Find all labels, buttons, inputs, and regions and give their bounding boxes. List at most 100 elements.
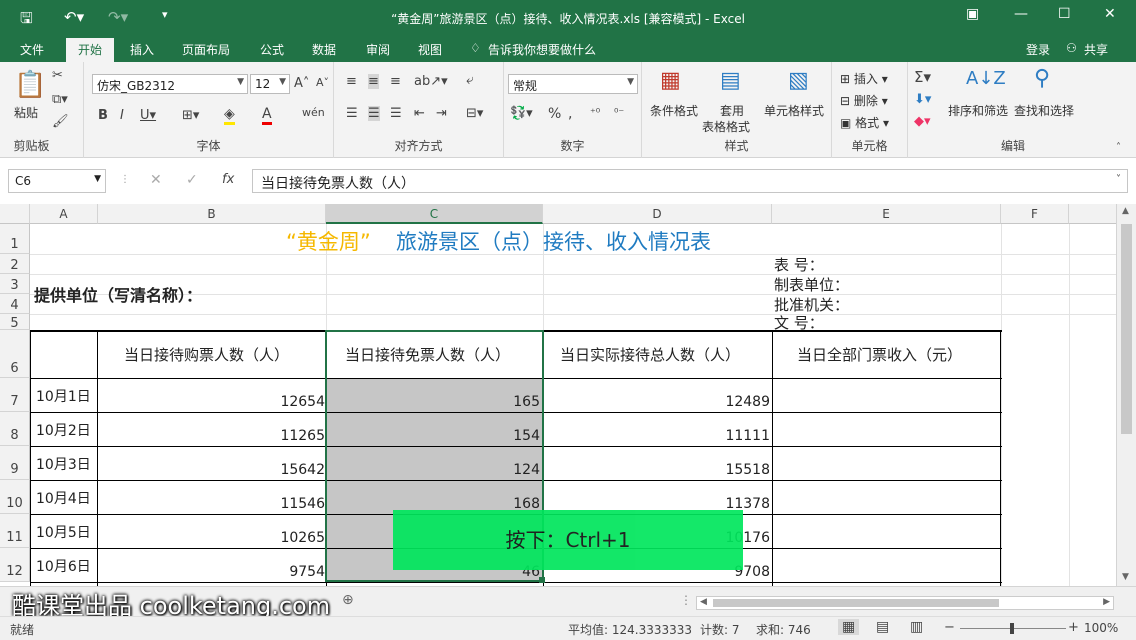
page-break-view-icon[interactable]: ▥ (910, 619, 923, 635)
tab-file[interactable]: 文件 (20, 41, 44, 58)
zoom-in-icon[interactable]: + (1068, 620, 1079, 635)
cut-icon[interactable]: ✂ (52, 68, 63, 83)
align-bottom-icon[interactable]: ≡ (390, 74, 401, 89)
wrap-text-icon[interactable]: ⤶ (466, 72, 474, 88)
maximize-icon[interactable]: ☐ (1058, 6, 1071, 22)
row-header-11[interactable]: 11 (0, 514, 30, 548)
page-layout-view-icon[interactable]: ▤ (876, 619, 889, 635)
cell-styles-button[interactable]: 单元格样式 (764, 102, 824, 119)
share-button[interactable]: 共享 (1084, 41, 1108, 58)
merge-center-icon[interactable]: ⊟▾ (466, 106, 483, 121)
zoom-level[interactable]: 100% (1084, 621, 1118, 635)
enter-icon[interactable]: ✓ (186, 172, 198, 188)
align-left-icon[interactable]: ☰ (346, 106, 358, 121)
cell-paid[interactable]: 11546 (280, 496, 325, 512)
scroll-left-icon[interactable]: ◀ (700, 597, 707, 607)
borders-icon[interactable]: ⊞▾ (182, 108, 199, 123)
align-top-icon[interactable]: ≡ (346, 74, 357, 89)
font-size-select[interactable]: 12 ▼ (250, 74, 290, 94)
tab-view[interactable]: 视图 (418, 41, 442, 58)
number-format-select[interactable]: 常规 ▼ (508, 74, 638, 94)
row-header-1[interactable]: 1 (0, 224, 30, 254)
format-table-button-line1[interactable]: 套用 (720, 102, 744, 119)
expand-formula-icon[interactable]: ˅ (1116, 174, 1121, 185)
horizontal-scroll-thumb[interactable] (713, 599, 999, 607)
format-table-icon[interactable]: ▤ (720, 68, 741, 93)
tab-insert[interactable]: 插入 (130, 41, 154, 58)
cell-date[interactable]: 10月3日 (36, 454, 91, 474)
row-header-6[interactable]: 6 (0, 330, 30, 378)
sort-filter-icon[interactable]: A↓Z (966, 68, 1006, 89)
column-header-f[interactable]: F (1001, 204, 1069, 224)
increase-indent-icon[interactable]: ⇥ (436, 106, 447, 121)
insert-cells-button[interactable]: ⊞ 插入 ▾ (840, 70, 888, 87)
font-name-select[interactable]: 仿宋_GB2312 ▼ (92, 74, 248, 94)
scroll-right-icon[interactable]: ▶ (1103, 597, 1110, 607)
cell-date[interactable]: 10月4日 (36, 488, 91, 508)
align-right-icon[interactable]: ☰ (390, 106, 402, 121)
cell-date[interactable]: 10月5日 (36, 522, 91, 542)
normal-view-icon[interactable]: ▦ (838, 619, 860, 635)
cell-paid[interactable]: 15642 (280, 462, 325, 478)
tab-data[interactable]: 数据 (312, 41, 336, 58)
cell-paid[interactable]: 11265 (280, 428, 325, 444)
zoom-slider-thumb[interactable] (1010, 623, 1014, 634)
orientation-icon[interactable]: ab↗▾ (414, 74, 448, 89)
accounting-icon[interactable]: 💱▾ (510, 106, 533, 121)
cell-total[interactable]: 11111 (725, 428, 770, 444)
column-header-g[interactable] (1069, 204, 1117, 224)
row-header-7[interactable]: 7 (0, 378, 30, 412)
cell-free[interactable]: 124 (513, 462, 540, 478)
find-select-button[interactable]: 查找和选择 (1014, 102, 1074, 119)
cancel-icon[interactable]: ✕ (150, 172, 162, 188)
row-header-12[interactable]: 12 (0, 548, 30, 582)
collapse-ribbon-icon[interactable]: ˄ (1116, 142, 1121, 153)
ribbon-display-icon[interactable]: ▣ (966, 6, 979, 22)
paste-icon[interactable]: 📋 (14, 70, 46, 100)
clear-icon[interactable]: ◆▾ (914, 114, 931, 129)
sort-filter-button[interactable]: 排序和筛选 (948, 102, 1008, 119)
zoom-out-icon[interactable]: − (944, 620, 955, 635)
tab-review[interactable]: 审阅 (366, 41, 390, 58)
vertical-scroll-thumb[interactable] (1121, 224, 1132, 434)
name-box[interactable]: C6 ▼ (8, 169, 106, 193)
tab-home[interactable]: 开始 (66, 38, 115, 62)
cell-total[interactable]: 15518 (725, 462, 770, 478)
fill-color-icon[interactable]: ◈ (224, 106, 235, 125)
row-header-9[interactable]: 9 (0, 446, 30, 480)
column-header-a[interactable]: A (30, 204, 98, 224)
row-header-10[interactable]: 10 (0, 480, 30, 514)
find-select-icon[interactable]: ⚲ (1034, 66, 1050, 91)
format-painter-icon[interactable]: 🖌 (52, 114, 69, 129)
grow-font-icon[interactable]: A˄ (294, 76, 309, 91)
format-cells-button[interactable]: ▣ 格式 ▾ (840, 114, 889, 131)
cell-total[interactable]: 12489 (725, 394, 770, 410)
cell-date[interactable]: 10月6日 (36, 556, 91, 576)
conditional-format-icon[interactable]: ▦ (660, 68, 681, 93)
scroll-up-icon[interactable]: ▲ (1122, 206, 1129, 216)
cell-paid[interactable]: 10265 (280, 530, 325, 546)
shrink-font-icon[interactable]: A˅ (316, 76, 329, 89)
row-header-5[interactable]: 5 (0, 314, 30, 331)
copy-icon[interactable]: ⧉▾ (52, 92, 68, 107)
tell-me-input[interactable]: 告诉我你想要做什么 (488, 41, 596, 58)
phonetic-icon[interactable]: wén (302, 106, 325, 119)
column-header-d[interactable]: D (543, 204, 772, 224)
paste-button[interactable]: 粘贴 (14, 104, 38, 121)
cell-paid[interactable]: 9754 (289, 564, 325, 580)
row-header-2[interactable]: 2 (0, 254, 30, 274)
font-color-icon[interactable]: A (262, 106, 272, 125)
decrease-indent-icon[interactable]: ⇤ (414, 106, 425, 121)
fill-icon[interactable]: ⬇▾ (914, 92, 931, 107)
autosum-icon[interactable]: Σ▾ (914, 68, 931, 86)
formula-input[interactable]: 当日接待免票人数（人） (252, 169, 1128, 193)
delete-cells-button[interactable]: ⊟ 删除 ▾ (840, 92, 888, 109)
comma-icon[interactable]: , (568, 106, 572, 122)
close-icon[interactable]: ✕ (1104, 6, 1116, 22)
vertical-scrollbar[interactable]: ▲ ▼ (1116, 204, 1136, 586)
bold-icon[interactable]: B (98, 108, 108, 123)
align-middle-icon[interactable]: ≡ (368, 74, 379, 89)
tab-formulas[interactable]: 公式 (260, 41, 284, 58)
minimize-icon[interactable]: — (1014, 6, 1028, 22)
row-header-4[interactable]: 4 (0, 294, 30, 314)
